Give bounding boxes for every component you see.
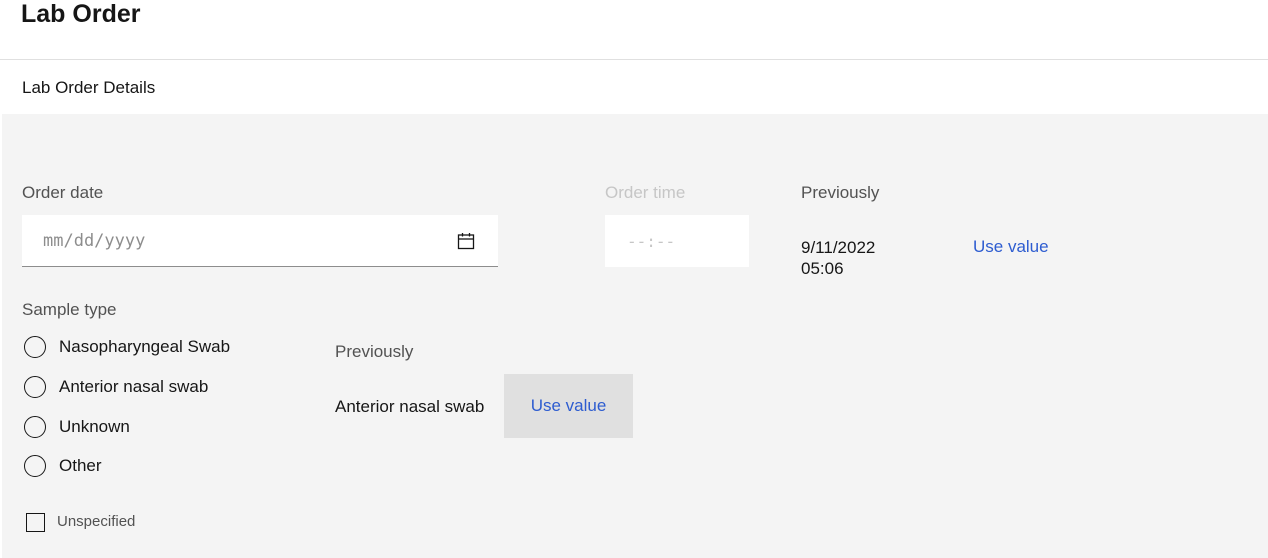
radio-label[interactable]: Anterior nasal swab [59, 376, 208, 398]
radio-label[interactable]: Nasopharyngeal Swab [59, 336, 230, 358]
radio-button[interactable] [24, 376, 46, 398]
radio-button[interactable] [24, 455, 46, 477]
previous-date-day: 9/11/2022 [801, 238, 876, 257]
order-date-field[interactable] [22, 215, 498, 267]
previous-date-value: 9/11/2022 05:06 [801, 237, 875, 279]
radio-label[interactable]: Other [59, 455, 102, 477]
unspecified-checkbox[interactable] [26, 513, 45, 532]
title-divider [0, 59, 1268, 60]
use-previous-sample-button[interactable]: Use value [504, 374, 633, 438]
previous-date-label: Previously [801, 183, 880, 202]
unspecified-label[interactable]: Unspecified [57, 512, 135, 532]
radio-button[interactable] [24, 336, 46, 358]
order-date-input[interactable] [22, 215, 442, 266]
order-time-input [605, 215, 749, 267]
order-time-label: Order time [605, 183, 686, 202]
previous-date-time: 05:06 [801, 259, 844, 278]
order-time-field [605, 215, 749, 267]
page-title: Lab Order [21, 0, 141, 28]
radio-button[interactable] [24, 416, 46, 438]
order-date-label: Order date [22, 183, 104, 202]
calendar-icon[interactable] [457, 232, 475, 250]
previous-sample-value: Anterior nasal swab [335, 397, 485, 416]
previous-sample-label: Previously [335, 342, 414, 361]
use-previous-date-button[interactable]: Use value [973, 236, 1049, 258]
section-title: Lab Order Details [22, 78, 156, 97]
sample-type-label: Sample type [22, 300, 117, 319]
radio-label[interactable]: Unknown [59, 416, 130, 438]
